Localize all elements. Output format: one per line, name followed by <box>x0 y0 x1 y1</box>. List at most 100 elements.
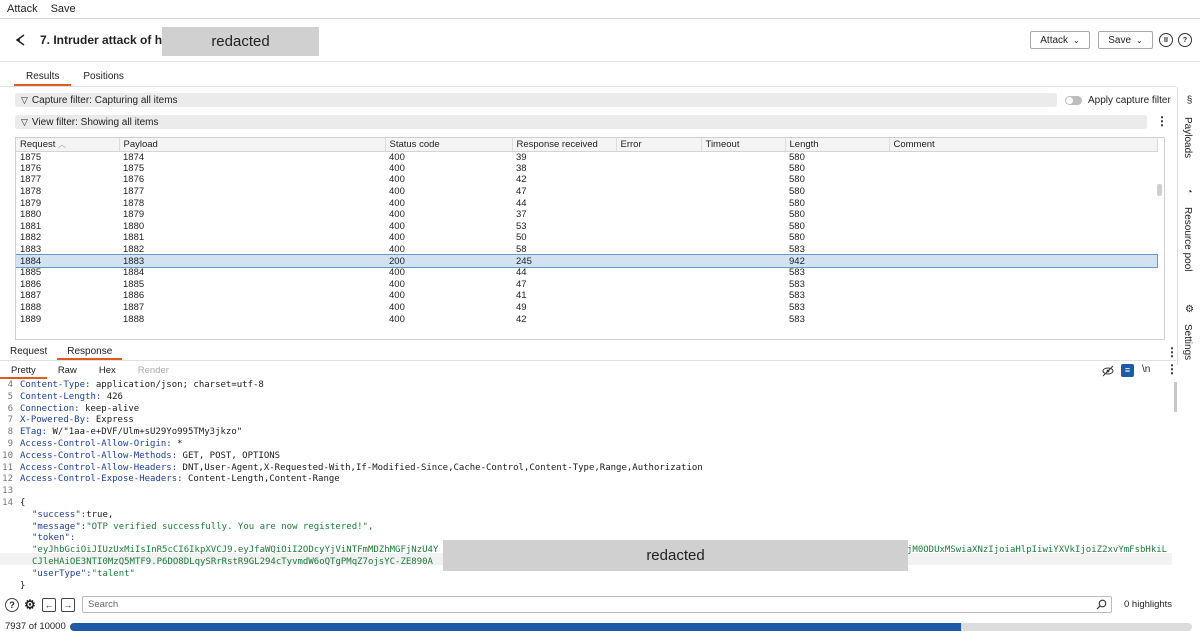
tab-positions[interactable]: Positions <box>71 70 136 86</box>
table-row[interactable]: 1888 1887 400 49 583 <box>16 302 1157 314</box>
view-filter-bar[interactable]: ▽ View filter: Showing all items <box>15 115 1147 129</box>
table-scrollbar[interactable] <box>1157 184 1162 196</box>
col-payload[interactable]: Payload <box>119 138 386 152</box>
eye-off-icon[interactable] <box>1102 365 1114 377</box>
header-name: X-Powered-By: <box>20 415 91 426</box>
cell-payload: 1886 <box>123 290 145 302</box>
arrow-left-icon[interactable]: ← <box>42 598 56 612</box>
pause-icon[interactable]: II <box>1159 33 1173 47</box>
tab-pretty[interactable]: Pretty <box>0 365 47 379</box>
json-value-success: true, <box>86 509 114 520</box>
newline-toggle[interactable]: \n <box>1142 364 1150 375</box>
cell-status-code: 400 <box>389 290 405 302</box>
header-name: Access-Control-Allow-Methods: <box>20 450 178 461</box>
side-tab-settings[interactable]: ⚙ Settings <box>1178 302 1200 364</box>
col-request[interactable]: Request ︿ <box>16 138 120 152</box>
cell-error <box>616 244 701 256</box>
table-row[interactable]: 1881 1880 400 53 580 <box>16 221 1157 233</box>
wrap-lines-icon[interactable]: ≡ <box>1121 364 1134 377</box>
json-key-token: "token": <box>32 533 76 544</box>
cell-response-received: 38 <box>516 162 527 174</box>
more-options-icon[interactable]: ⋮ <box>1156 114 1168 128</box>
cell-request: 1877 <box>20 174 42 186</box>
tab-response[interactable]: Response <box>57 346 123 360</box>
cell-length: 942 <box>785 255 889 267</box>
arrow-right-icon[interactable]: → <box>61 598 75 612</box>
table-row[interactable]: 1879 1878 400 44 580 <box>16 197 1157 209</box>
tab-render[interactable]: Render <box>127 365 180 379</box>
cell-request: 1883 <box>20 244 42 256</box>
gear-icon[interactable]: ⚙ <box>23 597 37 612</box>
back-arrow-icon[interactable] <box>14 33 28 47</box>
cell-comment <box>889 267 1157 279</box>
attack-button[interactable]: Attack ⌄ <box>1030 31 1090 49</box>
cell-error <box>616 186 701 198</box>
cell-comment <box>889 163 1157 175</box>
response-line: Access-Control-Allow-Methods: GET, POST,… <box>20 451 280 461</box>
table-row[interactable]: 1884 1883 200 245 942 <box>16 254 1158 268</box>
table-row[interactable]: 1880 1879 400 37 580 <box>16 209 1157 221</box>
cell-error <box>616 255 701 267</box>
table-row[interactable]: 1886 1885 400 47 583 <box>16 279 1157 291</box>
cell-response-received: 44 <box>516 197 527 209</box>
menu-attack[interactable]: Attack <box>7 3 38 15</box>
col-timeout[interactable]: Timeout <box>701 138 786 152</box>
status-bar: 7937 of 10000 <box>0 620 1200 635</box>
funnel-icon: ▽ <box>21 116 28 127</box>
cell-payload: 1884 <box>123 267 145 279</box>
progress-fill <box>70 623 961 631</box>
json-value-message: "OTP verified successfully. You are now … <box>86 521 374 532</box>
cell-timeout <box>701 313 785 325</box>
table-row[interactable]: 1887 1886 400 41 583 <box>16 290 1157 302</box>
table-row[interactable]: 1885 1884 400 44 583 <box>16 267 1157 279</box>
cell-status-code: 400 <box>389 313 405 325</box>
cell-comment <box>889 302 1157 314</box>
search-icon[interactable] <box>1096 599 1107 610</box>
view-tabs: Pretty Raw Hex Render <box>0 365 180 379</box>
save-button-label: Save <box>1108 34 1132 46</box>
side-tab-resource-pool[interactable]: ◔ Resource pool <box>1178 185 1200 285</box>
menu-bar: Attack Save <box>0 0 1200 19</box>
header-value: DNT,User-Agent,X-Requested-With,If-Modif… <box>177 462 703 473</box>
table-row[interactable]: 1883 1882 400 58 583 <box>16 244 1157 256</box>
col-status-code[interactable]: Status code <box>385 138 513 152</box>
cell-comment <box>889 244 1157 256</box>
cell-error <box>616 221 701 233</box>
col-response-received[interactable]: Response received <box>512 138 617 152</box>
col-length[interactable]: Length <box>785 138 890 152</box>
response-line: Access-Control-Allow-Origin: * <box>20 439 183 449</box>
cell-timeout <box>701 267 785 279</box>
header-value: * <box>171 439 183 449</box>
chevron-down-icon: ⌄ <box>1073 35 1080 45</box>
help-icon[interactable]: ? <box>1178 33 1192 47</box>
redaction-box: redacted <box>162 27 319 56</box>
table-row[interactable]: 1876 1875 400 38 580 <box>16 163 1157 175</box>
cell-error <box>616 302 701 314</box>
cell-request: 1884 <box>16 255 119 267</box>
col-error[interactable]: Error <box>616 138 702 152</box>
tab-raw[interactable]: Raw <box>47 365 88 379</box>
cell-status-code: 400 <box>389 232 405 244</box>
cell-response-received: 44 <box>516 267 527 279</box>
help-icon[interactable]: ? <box>5 598 19 612</box>
tab-hex[interactable]: Hex <box>88 365 127 379</box>
tab-results[interactable]: Results <box>14 70 72 86</box>
save-button[interactable]: Save ⌄ <box>1098 31 1153 49</box>
table-row[interactable]: 1877 1876 400 42 580 <box>16 174 1157 186</box>
col-comment[interactable]: Comment <box>889 138 1158 152</box>
menu-save[interactable]: Save <box>51 3 76 15</box>
capture-filter-bar[interactable]: ▽ Capture filter: Capturing all items <box>15 93 1057 107</box>
cell-response-received: 47 <box>516 278 527 290</box>
search-input[interactable]: Search <box>82 596 1112 613</box>
editor-scrollbar[interactable] <box>1174 382 1177 412</box>
json-key-usertype: "userType": <box>32 568 92 579</box>
table-row[interactable]: 1882 1881 400 50 580 <box>16 232 1157 244</box>
table-row[interactable]: 1875 1874 400 39 580 <box>16 151 1157 163</box>
apply-capture-filter-toggle[interactable] <box>1065 96 1082 105</box>
side-tab-payloads[interactable]: § Payloads <box>1178 87 1200 177</box>
table-row[interactable]: 1878 1877 400 47 580 <box>16 186 1157 198</box>
table-row[interactable]: 1889 1888 400 42 583 <box>16 313 1157 325</box>
json-line: "eyJhbGciOiJIUzUxMiIsInR5cCI6IkpXVCJ9.ey… <box>32 545 438 555</box>
cell-status-code: 200 <box>385 255 512 267</box>
tab-request[interactable]: Request <box>0 346 57 360</box>
